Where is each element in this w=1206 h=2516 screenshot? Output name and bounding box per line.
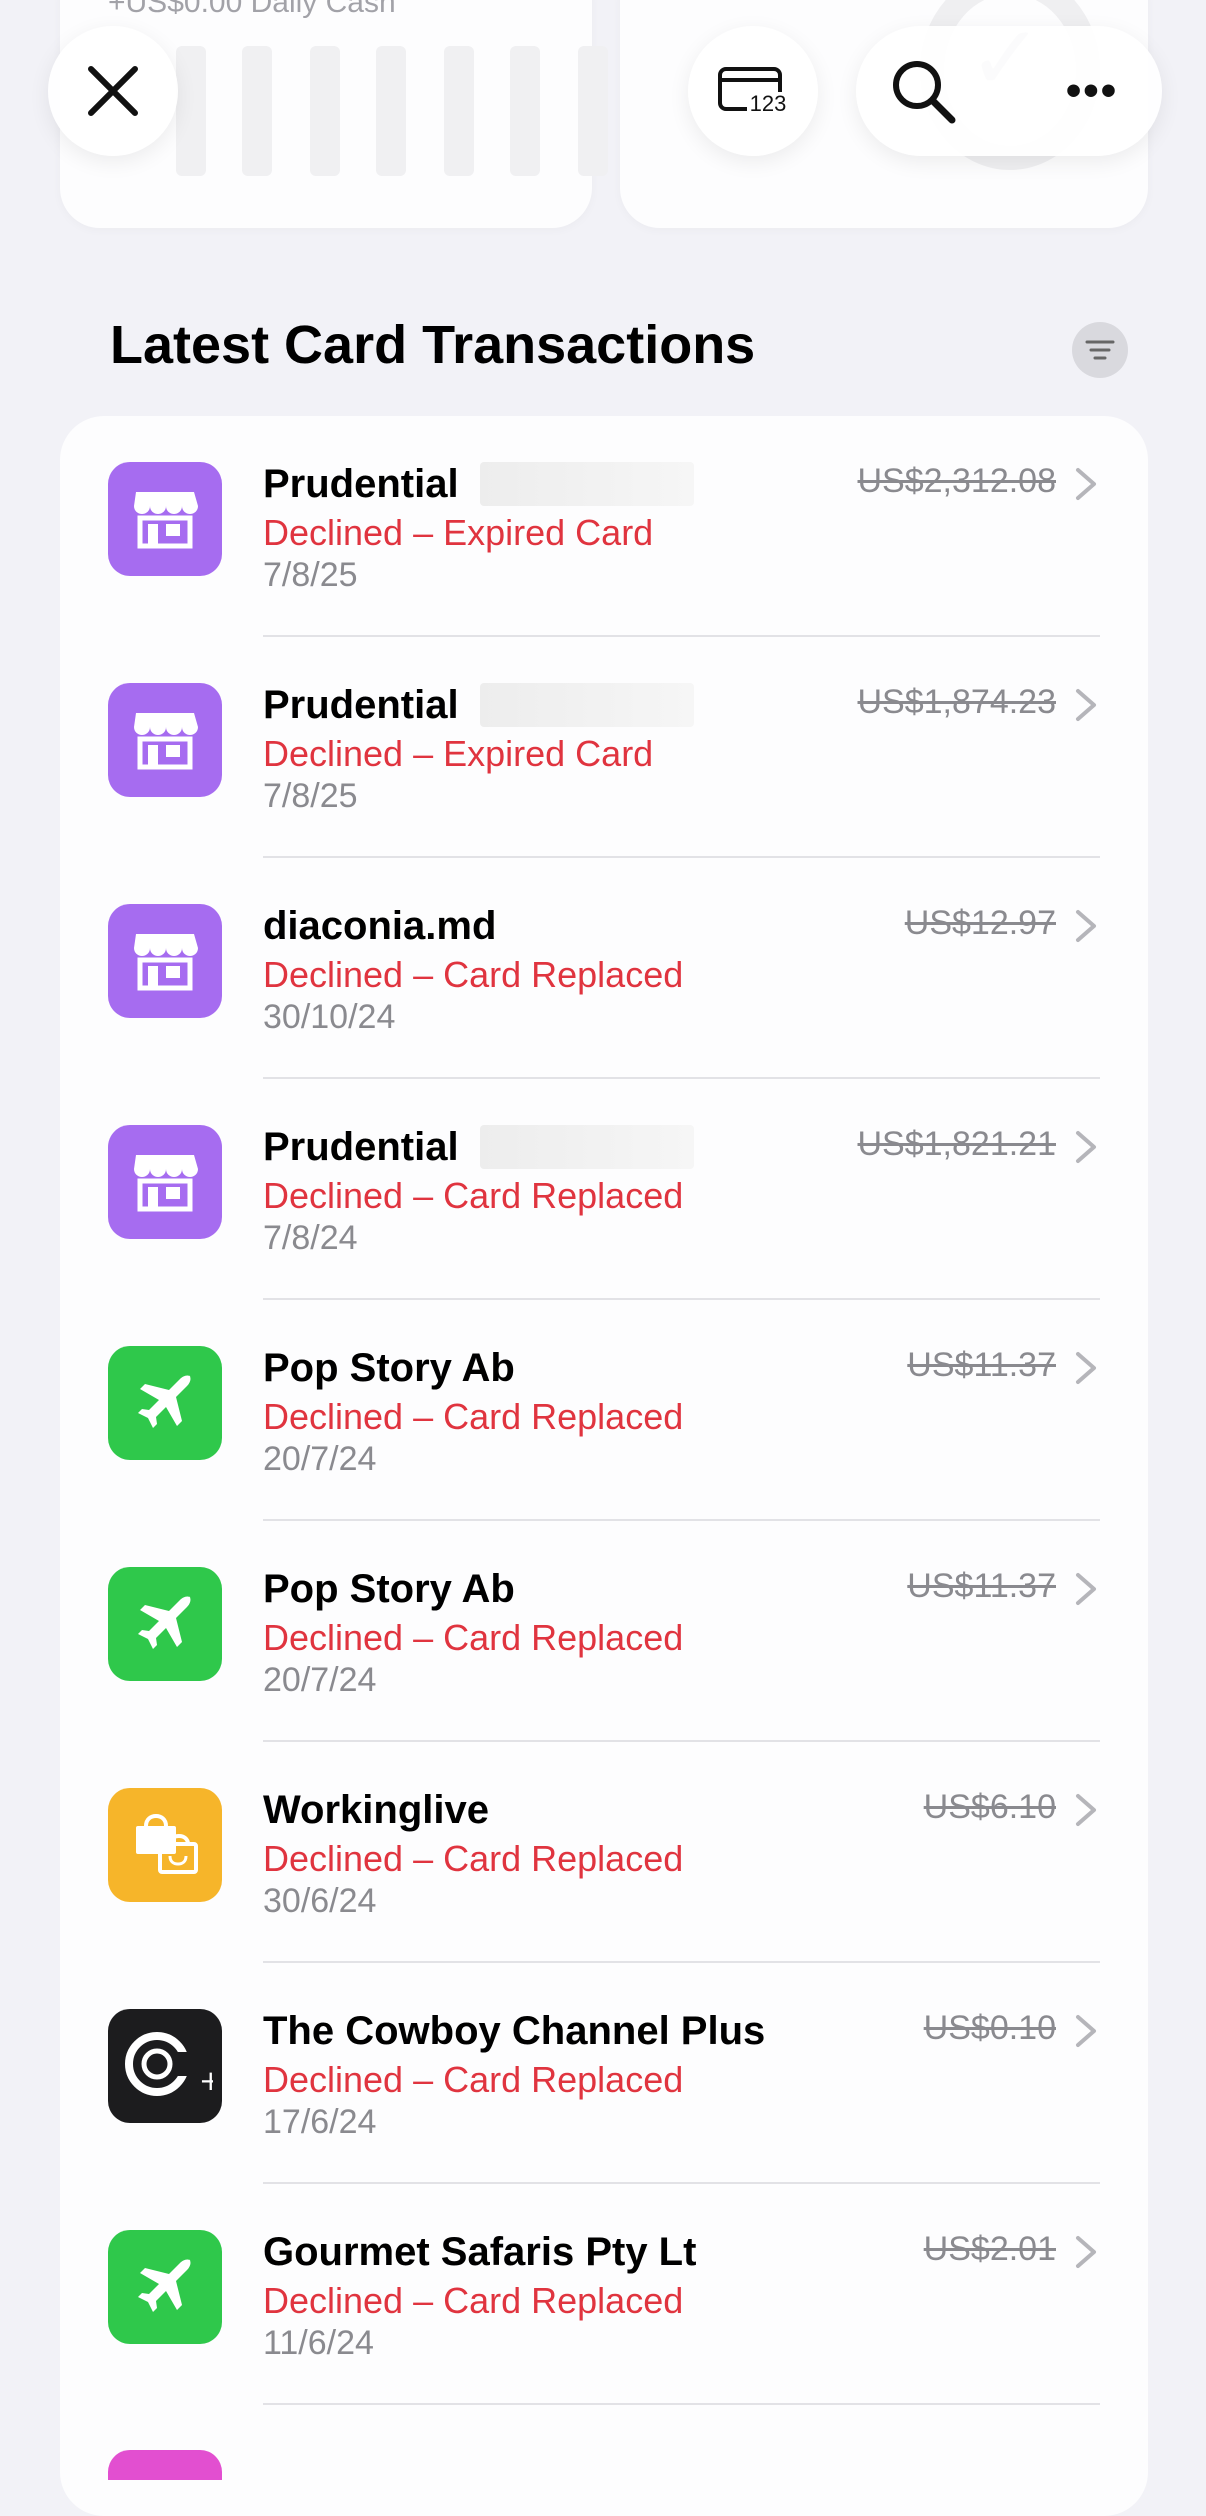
transaction-status: Declined – Card Replaced xyxy=(263,1175,684,1216)
transaction-row[interactable]: Prudential Declined – Expired Card 7/8/25 U… xyxy=(60,637,1148,858)
close-icon xyxy=(88,66,138,116)
transaction-row[interactable]: Gourmet Safaris Pty Lt Declined – Card Re… xyxy=(60,2184,1148,2405)
transaction-amount: US$2,312.08 xyxy=(857,462,1057,500)
transaction-status: Declined – Card Replaced xyxy=(263,1617,684,1658)
store-icon xyxy=(108,904,222,1018)
filter-button[interactable] xyxy=(1072,322,1128,378)
chevron-right-icon xyxy=(1072,1571,1100,1607)
transaction-row[interactable]: Pop Story Ab Declined – Card Replaced 20/7… xyxy=(60,1300,1148,1521)
transaction-status: Declined – Card Replaced xyxy=(263,1838,684,1879)
transaction-amount: US$0.10 xyxy=(923,2009,1056,2047)
store-icon xyxy=(108,462,222,576)
transaction-amount: US$11.37 xyxy=(907,1567,1056,1605)
shopping-bag-icon xyxy=(108,1788,222,1902)
merchant-name: Prudential xyxy=(263,1125,459,1169)
airplane-icon xyxy=(108,2230,222,2344)
transaction-row[interactable]: diaconia.md Declined – Card Replaced 30/10… xyxy=(60,858,1148,1079)
transaction-date: 30/6/24 xyxy=(263,1882,377,1920)
svg-text:+: + xyxy=(199,2064,213,2097)
merchant-name: diaconia.md xyxy=(263,904,497,948)
merchant-name: Workinglive xyxy=(263,1788,489,1832)
airplane-icon xyxy=(108,1567,222,1681)
chevron-right-icon xyxy=(1072,2013,1100,2049)
transaction-row[interactable]: Pop Story Ab Declined – Card Replaced 20/7… xyxy=(60,1521,1148,1742)
chevron-right-icon xyxy=(1072,1350,1100,1386)
merchant-name: Prudential xyxy=(263,462,459,506)
redacted-merchant-detail xyxy=(480,1125,694,1169)
card-number-icon: 123 xyxy=(718,67,789,116)
transaction-date: 20/7/24 xyxy=(263,1661,377,1699)
daily-cash-label: +US$0.00 Daily Cash xyxy=(108,0,396,19)
chevron-right-icon xyxy=(1072,687,1100,723)
chevron-right-icon xyxy=(1072,1792,1100,1828)
transaction-date: 7/8/25 xyxy=(263,556,358,594)
merchant-name: Gourmet Safaris Pty Lt xyxy=(263,2230,697,2274)
transactions-list: Prudential Declined – Expired Card 7/8/25 U… xyxy=(60,416,1148,2516)
chevron-right-icon xyxy=(1072,2234,1100,2270)
transaction-date: 11/6/24 xyxy=(263,2324,374,2362)
transaction-amount: US$1,874.23 xyxy=(857,683,1057,721)
merchant-name: Prudential xyxy=(263,683,459,727)
transaction-status: Declined – Card Replaced xyxy=(263,954,684,995)
transaction-date: 7/8/25 xyxy=(263,777,358,815)
card-number-button[interactable]: 123 xyxy=(688,26,818,156)
transaction-date: 7/8/24 xyxy=(263,1219,358,1257)
merchant-name: Pop Story Ab xyxy=(263,1346,515,1390)
transaction-status: Declined – Card Replaced xyxy=(263,1396,684,1437)
merchant-name: The Cowboy Channel Plus xyxy=(263,2009,766,2053)
transaction-amount: US$2.01 xyxy=(923,2230,1056,2268)
store-icon xyxy=(108,683,222,797)
filter-icon xyxy=(1085,340,1115,360)
cowboy-channel-logo-icon: + xyxy=(108,2009,222,2123)
transaction-status: Declined – Card Replaced xyxy=(263,2059,684,2100)
transaction-date: 17/6/24 xyxy=(263,2103,377,2141)
card-number-text: 123 xyxy=(750,91,787,116)
transaction-status: Declined – Card Replaced xyxy=(263,2280,684,2321)
redacted-merchant-detail xyxy=(480,462,694,506)
airplane-icon xyxy=(108,1346,222,1460)
store-icon xyxy=(108,1125,222,1239)
chevron-right-icon xyxy=(1072,1129,1100,1165)
transaction-status: Declined – Expired Card xyxy=(263,512,654,553)
close-button[interactable] xyxy=(48,26,178,156)
transaction-amount: US$12.97 xyxy=(904,904,1056,942)
transaction-date: 20/7/24 xyxy=(263,1440,377,1478)
chevron-right-icon xyxy=(1072,466,1100,502)
section-title: Latest Card Transactions xyxy=(110,315,756,375)
transaction-row[interactable]: Workinglive Declined – Card Replaced 30/6/… xyxy=(60,1742,1148,1963)
transaction-row[interactable]: Prudential Declined – Expired Card 7/8/25 U… xyxy=(60,416,1148,637)
transaction-row[interactable]: + The Cowboy Channel Plus Declined – Card … xyxy=(60,1963,1148,2184)
more-icon[interactable]: ••• xyxy=(1052,56,1132,126)
transaction-amount: US$11.37 xyxy=(907,1346,1056,1384)
next-row-icon-peek xyxy=(108,2450,222,2480)
toolbar-pill: ••• xyxy=(856,26,1162,156)
merchant-name: Pop Story Ab xyxy=(263,1567,515,1611)
transaction-amount: US$1,821.21 xyxy=(857,1125,1057,1163)
transaction-amount: US$6.10 xyxy=(923,1788,1056,1826)
transaction-status: Declined – Expired Card xyxy=(263,733,654,774)
redacted-merchant-detail xyxy=(480,683,694,727)
transaction-row[interactable]: Prudential Declined – Card Replaced 7/8/24… xyxy=(60,1079,1148,1300)
transaction-date: 30/10/24 xyxy=(263,998,396,1036)
divider xyxy=(263,2403,1100,2405)
chevron-right-icon xyxy=(1072,908,1100,944)
search-icon[interactable] xyxy=(886,54,962,130)
